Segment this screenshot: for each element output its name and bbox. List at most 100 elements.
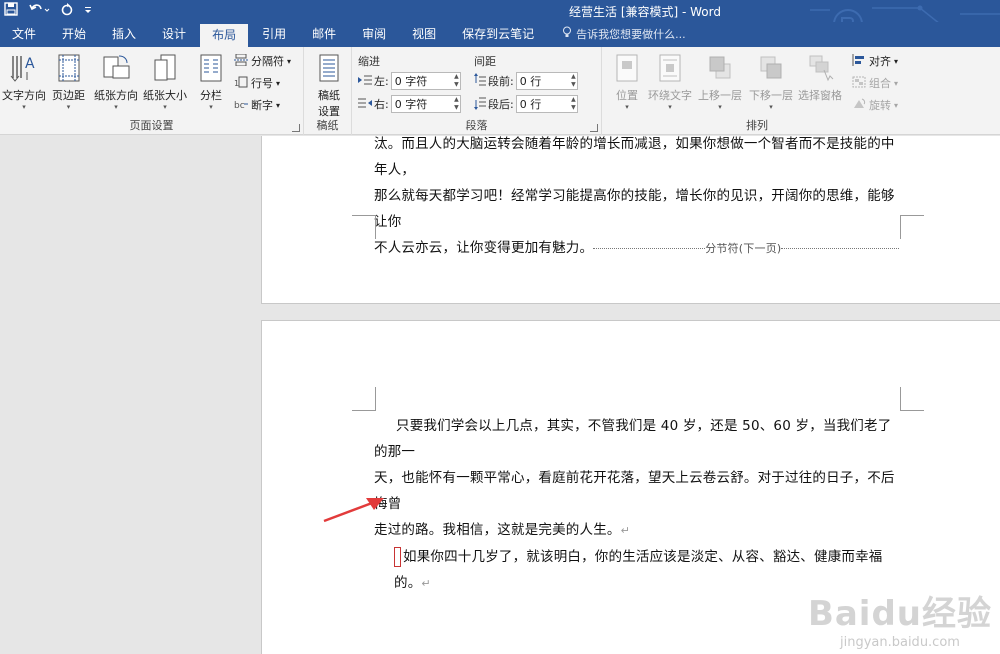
indent-left-input[interactable]: 0 字符 ▲ ▼ xyxy=(390,72,461,90)
group-label-manuscript: 稿纸 xyxy=(316,119,339,132)
indent-left-icon xyxy=(358,74,372,89)
text-line: 那么就每天都学习吧！经常学习能提高你的技能，增长你的见识，开阔你的思维，能够让你 xyxy=(374,188,895,230)
size-button[interactable]: 纸张大小 ▾ xyxy=(143,51,187,111)
section-break-marker: 分节符(下一页) xyxy=(705,242,782,255)
rotate-icon xyxy=(852,98,866,113)
breaks-icon xyxy=(234,53,248,69)
group-arrange: 位置 ▾ 环绕文字 ▾ 上移一层 ▾ 下移一层 ▾ 选择窗格 对齐 ▾ 组合 ▾… xyxy=(602,47,912,135)
send-backward-button[interactable]: 下移一层 ▾ xyxy=(749,51,793,111)
text-direction-icon: A xyxy=(9,51,39,85)
group-page-setup: A 文字方向 ▾ 页边距 ▾ 纸张方向 ▾ 纸张大小 ▾ 分栏 ▾ 分隔符 ▾ … xyxy=(0,47,304,135)
spacing-header: 间距 xyxy=(474,55,496,68)
line-numbers-icon: 1 xyxy=(234,76,248,91)
orientation-button[interactable]: 纸张方向 ▾ xyxy=(94,51,138,111)
spinner-arrows[interactable]: ▲ ▼ xyxy=(571,96,576,112)
margin-corner-mark xyxy=(352,387,376,411)
spacing-before-input[interactable]: 0 行 ▲ ▼ xyxy=(515,72,578,90)
tab-references[interactable]: 引用 xyxy=(250,22,298,47)
orientation-icon xyxy=(101,51,131,85)
watermark-url: jingyan.baidu.com xyxy=(839,635,960,650)
text-direction-button[interactable]: A 文字方向 ▾ xyxy=(2,51,46,111)
page1-text[interactable]: 汰。而且人的大脑运转会随着年龄的增长而减退，如果你想做一个智者而不是技能的中年人… xyxy=(374,136,904,262)
position-icon xyxy=(612,51,642,85)
hyphenation-button[interactable]: bc 断字 ▾ xyxy=(234,97,280,113)
ribbon-tabs: 文件 开始 插入 设计 布局 引用 邮件 审阅 视图 保存到云笔记 告诉我您想要… xyxy=(0,22,1000,47)
spacing-after-label: 段后: xyxy=(488,98,514,111)
spinner-arrows[interactable]: ▲ ▼ xyxy=(571,73,576,89)
indent-right-label: 右: xyxy=(374,98,389,111)
tell-me-box[interactable]: 告诉我您想要做什么... xyxy=(548,22,686,47)
tab-layout[interactable]: 布局 xyxy=(200,24,249,47)
group-objects-button[interactable]: 组合 ▾ xyxy=(852,75,898,91)
tab-cloud-note[interactable]: 保存到云笔记 xyxy=(450,22,546,47)
indent-right-icon xyxy=(358,97,372,112)
margin-corner-mark xyxy=(900,215,924,239)
bring-forward-icon xyxy=(705,51,735,85)
tab-file[interactable]: 文件 xyxy=(0,22,48,47)
svg-text:1: 1 xyxy=(234,79,239,88)
line-numbers-button[interactable]: 1 行号 ▾ xyxy=(234,75,280,91)
text-line: 天，也能怀有一颗平常心，看庭前花开花落，望天上云卷云舒。对于过往的日子，不后悔曾 xyxy=(374,470,895,512)
group-icon xyxy=(852,76,866,91)
document-area[interactable]: 汰。而且人的大脑运转会随着年龄的增长而减退，如果你想做一个智者而不是技能的中年人… xyxy=(0,136,1000,654)
manuscript-icon xyxy=(314,51,344,85)
text-line: 不人云亦云，让你变得更加有魅力。 分节符(下一页) xyxy=(374,235,904,262)
wrap-text-icon xyxy=(655,51,685,85)
paper-size-icon xyxy=(150,51,180,85)
spinner-arrows[interactable]: ▲ ▼ xyxy=(454,73,459,89)
group-label-page-setup: 页面设置 xyxy=(129,119,174,132)
align-button[interactable]: 对齐 ▾ xyxy=(852,53,898,69)
tab-view[interactable]: 视图 xyxy=(400,22,448,47)
svg-text:A: A xyxy=(25,56,35,72)
tab-review[interactable]: 审阅 xyxy=(350,22,398,47)
lightbulb-icon xyxy=(562,22,572,47)
text-line: 只要我们学会以上几点，其实，不管我们是 40 岁，还是 50、60 岁，当我们老… xyxy=(374,418,892,460)
page2-text[interactable]: 只要我们学会以上几点，其实，不管我们是 40 岁，还是 50、60 岁，当我们老… xyxy=(374,413,904,597)
group-manuscript: 稿纸 设置 稿纸 xyxy=(304,47,352,135)
margin-corner-mark xyxy=(352,215,376,239)
ribbon: A 文字方向 ▾ 页边距 ▾ 纸张方向 ▾ 纸张大小 ▾ 分栏 ▾ 分隔符 ▾ … xyxy=(0,47,1000,135)
text-cursor xyxy=(394,547,401,567)
tab-design[interactable]: 设计 xyxy=(150,22,198,47)
wrap-text-button[interactable]: 环绕文字 ▾ xyxy=(648,51,692,111)
indent-right-input[interactable]: 0 字符 ▲ ▼ xyxy=(390,95,461,113)
paragraph-mark: ↵ xyxy=(620,524,631,537)
indent-left-label: 左: xyxy=(374,75,389,88)
group-paragraph: 缩进 间距 左: 0 字符 ▲ ▼ 右: 0 字符 ▲ ▼ 段前: 0 行 ▲ ▼ 段后: … xyxy=(352,47,602,135)
paragraph-mark: ↵ xyxy=(421,577,431,590)
indent-header: 缩进 xyxy=(358,55,380,68)
columns-button[interactable]: 分栏 ▾ xyxy=(196,51,226,111)
tab-home[interactable]: 开始 xyxy=(50,22,98,47)
position-button[interactable]: 位置 ▾ xyxy=(612,51,642,111)
align-icon xyxy=(852,53,866,69)
tell-me-text: 告诉我您想要做什么... xyxy=(576,28,686,41)
watermark-logo: Baidu经验 xyxy=(807,594,992,634)
send-backward-icon xyxy=(756,51,786,85)
breaks-button[interactable]: 分隔符 ▾ xyxy=(234,53,291,69)
baidu-watermark: Baidu经验 jingyan.baidu.com xyxy=(808,586,992,650)
red-arrow-annotation xyxy=(322,494,388,527)
spinner-arrows[interactable]: ▲ ▼ xyxy=(454,96,459,112)
bring-forward-button[interactable]: 上移一层 ▾ xyxy=(698,51,742,111)
group-label-arrange: 排列 xyxy=(746,119,768,132)
manuscript-settings-button[interactable]: 稿纸 设置 xyxy=(314,51,344,119)
spacing-after-icon xyxy=(474,96,486,113)
tab-insert[interactable]: 插入 xyxy=(100,22,148,47)
tab-mailings[interactable]: 邮件 xyxy=(300,22,348,47)
hyphenation-icon: bc xyxy=(234,98,248,113)
page-1[interactable]: 汰。而且人的大脑运转会随着年龄的增长而减退，如果你想做一个智者而不是技能的中年人… xyxy=(261,136,1000,304)
svg-text:bc: bc xyxy=(234,101,245,110)
text-line: 汰。而且人的大脑运转会随着年龄的增长而减退，如果你想做一个智者而不是技能的中年人… xyxy=(374,136,895,178)
selection-pane-icon xyxy=(805,51,835,85)
spacing-before-icon xyxy=(474,72,486,90)
margins-button[interactable]: 页边距 ▾ xyxy=(52,51,85,111)
text-line: 走过的路。我相信，这就是完美的人生。↵ xyxy=(374,522,631,538)
selection-pane-button[interactable]: 选择窗格 xyxy=(798,51,842,103)
spacing-after-input[interactable]: 0 行 ▲ ▼ xyxy=(515,95,578,113)
margins-icon xyxy=(54,51,84,85)
group-label-paragraph: 段落 xyxy=(465,119,488,132)
columns-icon xyxy=(196,51,226,85)
rotate-button[interactable]: 旋转 ▾ xyxy=(852,97,898,113)
paragraph-launcher-icon[interactable] xyxy=(590,124,598,132)
page-setup-launcher-icon[interactable] xyxy=(292,124,300,132)
